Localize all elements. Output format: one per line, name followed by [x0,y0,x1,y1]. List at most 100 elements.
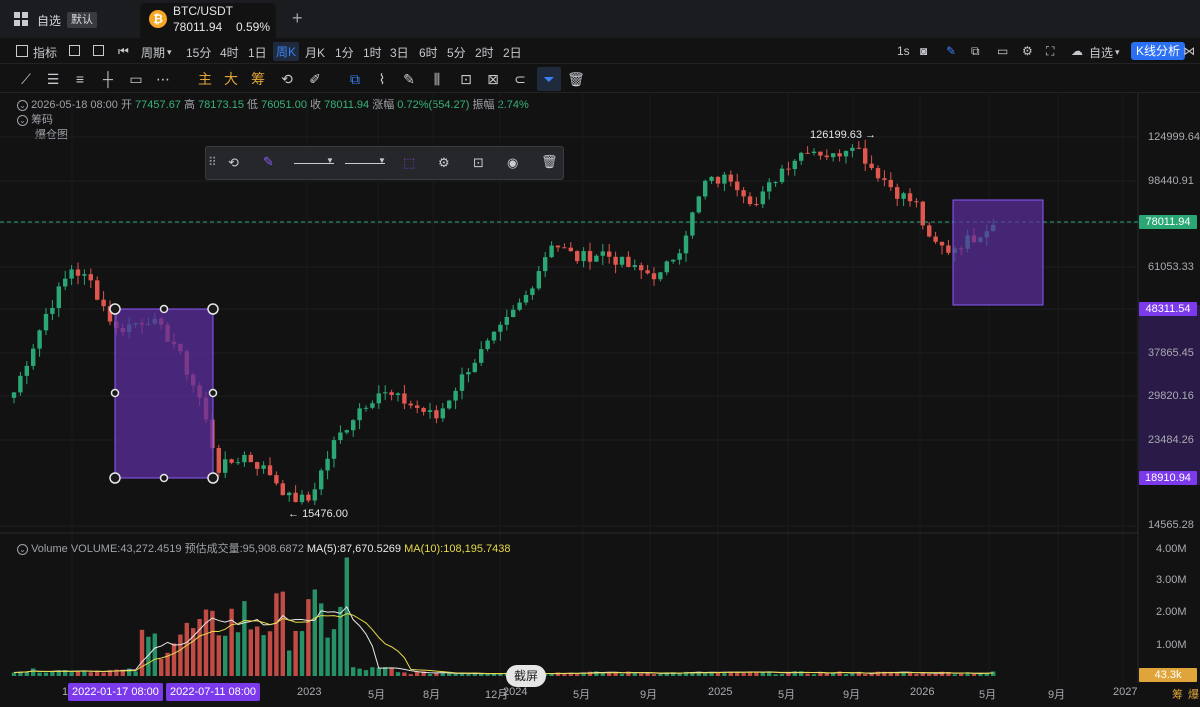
timeframe-15m[interactable]: 15分 [186,44,211,61]
fill-color-icon[interactable]: ⬚ [403,155,415,171]
volume-collapse-icon[interactable]: ⌄ [17,544,28,555]
liquidation-toggle[interactable]: 爆 [1188,686,1199,702]
period-menu[interactable]: 周期 [141,44,165,61]
settings-gear-icon[interactable]: ⚙ [438,155,450,171]
drag-handle-icon[interactable]: ⠿ [208,155,217,169]
add-tab-button[interactable]: + [292,8,303,29]
x-tick: 5月 [573,689,591,701]
volume-bar [139,629,145,676]
candle-body [223,459,228,473]
candle-body [101,299,106,307]
volume-tick: 4.00M [1156,543,1187,555]
more-icon[interactable]: ⋯ [154,70,172,88]
timeframe-1m[interactable]: 1分 [335,44,354,61]
rewind-icon[interactable]: ⏮ [118,44,129,59]
price-tick: 29820.16 [1148,390,1194,402]
volume-current-badge: 43.3k [1139,668,1197,682]
big-order-button[interactable]: 大 [222,70,240,88]
chips-toggle[interactable]: 筹 [1172,686,1183,702]
candle-body [568,247,573,252]
magnet-icon[interactable]: ⊂ [511,70,529,88]
screenshot-button[interactable]: 截屏 [506,665,547,687]
layout-grid-icon[interactable] [93,45,104,56]
refresh-icon[interactable]: ⟲ [278,70,296,88]
brush-icon[interactable]: ✎ [400,70,418,88]
x-tick: 9月 [640,689,658,701]
trash-icon[interactable]: 🗑 [567,70,585,88]
candle-body [939,241,945,246]
interval-1s[interactable]: 1s [897,44,910,58]
timeframe-5m[interactable]: 5分 [447,44,466,61]
candle-body [677,253,682,260]
timeframe-2d[interactable]: 2日 [503,44,522,61]
volume-bar [37,672,42,676]
pen-icon[interactable]: ✎ [946,44,956,58]
line-style-chevron-icon[interactable]: ▼ [326,156,334,165]
timeframe-2h[interactable]: 2时 [475,44,494,61]
ruler-icon[interactable]: ⌇ [373,70,391,88]
volume-ma10: MA(10):108,195.7438 [404,543,511,555]
candle-body [63,278,68,287]
volume-bar [434,672,439,676]
timeframe-1d[interactable]: 1日 [248,44,267,61]
calendar-icon[interactable] [69,45,80,56]
layout-icon[interactable] [14,12,28,26]
watchlist-tab[interactable]: 自选 [37,12,61,29]
chips-button[interactable]: 筹 [249,70,267,88]
camera-icon[interactable]: ◙ [920,44,927,58]
volume-bar [75,671,81,676]
horizontal-ray-icon[interactable]: ┼ [99,70,117,88]
chevron-down-icon[interactable]: ▾ [167,47,172,58]
timeframe-1mo[interactable]: 月K [305,44,325,61]
layers-icon[interactable]: ⧉ [346,70,364,88]
volume-bar [178,634,183,676]
share-icon[interactable]: ⋈ [1183,44,1195,58]
timeframe-6h[interactable]: 6时 [419,44,438,61]
lock-icon[interactable]: ⊡ [457,70,475,88]
price-tick: 14565.28 [1148,519,1194,531]
rectangle-tool-icon[interactable]: ▭ [127,70,145,88]
candle-icon[interactable]: ⫼ [428,70,446,88]
edit-icon[interactable]: ⊠ [484,70,502,88]
range-top-badge: 48311.54 [1139,302,1197,316]
delete-drawing-icon[interactable]: 🗑 [541,154,558,170]
lock-drawing-icon[interactable]: ⊡ [473,155,484,171]
candle-body [619,256,625,265]
visibility-icon[interactable]: ◉ [507,155,518,171]
x-selected-start: 2022-01-17 08:00 [68,683,163,701]
line-color-icon[interactable]: ✎ [263,154,274,170]
window-icon[interactable]: ▭ [997,44,1008,58]
candle-body [728,174,733,182]
timeframe-4h[interactable]: 4时 [220,44,239,61]
watchlist-chevron-icon[interactable]: ▾ [1115,47,1120,58]
candle-body [632,265,637,267]
timeframe-1h[interactable]: 1时 [363,44,382,61]
settings-icon[interactable]: ⚙ [1022,44,1033,58]
copy-icon[interactable]: ⧉ [971,44,980,59]
horizontal-lines-icon[interactable]: ≡ [71,70,89,88]
candle-body [792,160,797,170]
main-indicator-button[interactable]: 主 [196,70,214,88]
pen-off-icon[interactable]: ✐ [306,70,324,88]
price-chart[interactable] [0,93,1200,707]
trend-line-icon[interactable]: ⟋ [17,70,35,88]
candle-body [248,454,253,463]
bitcoin-icon: ₿ [149,10,167,28]
timeframe-3d[interactable]: 3日 [390,44,409,61]
parallel-lines-icon[interactable]: ☰ [44,70,62,88]
candle-body [216,447,221,473]
timeframe-1w[interactable]: 周K [273,42,300,61]
filter-icon[interactable]: ⏷ [537,67,561,91]
watchlist-menu[interactable]: 自选 [1089,44,1113,61]
default-badge[interactable]: 默认 [67,12,97,28]
template-icon[interactable]: ⟲ [228,155,239,171]
line-width-chevron-icon[interactable]: ▼ [378,156,386,165]
candle-body [760,191,765,205]
kline-analysis-button[interactable]: K线分析 [1131,42,1186,60]
indicator-icon[interactable] [16,45,28,57]
indicators-button[interactable]: 指标 [33,44,57,61]
candle-body [69,269,74,279]
cloud-icon[interactable]: ☁ [1071,44,1083,58]
volume-bar [395,672,401,676]
fullscreen-icon[interactable]: ⛶ [1046,44,1054,59]
